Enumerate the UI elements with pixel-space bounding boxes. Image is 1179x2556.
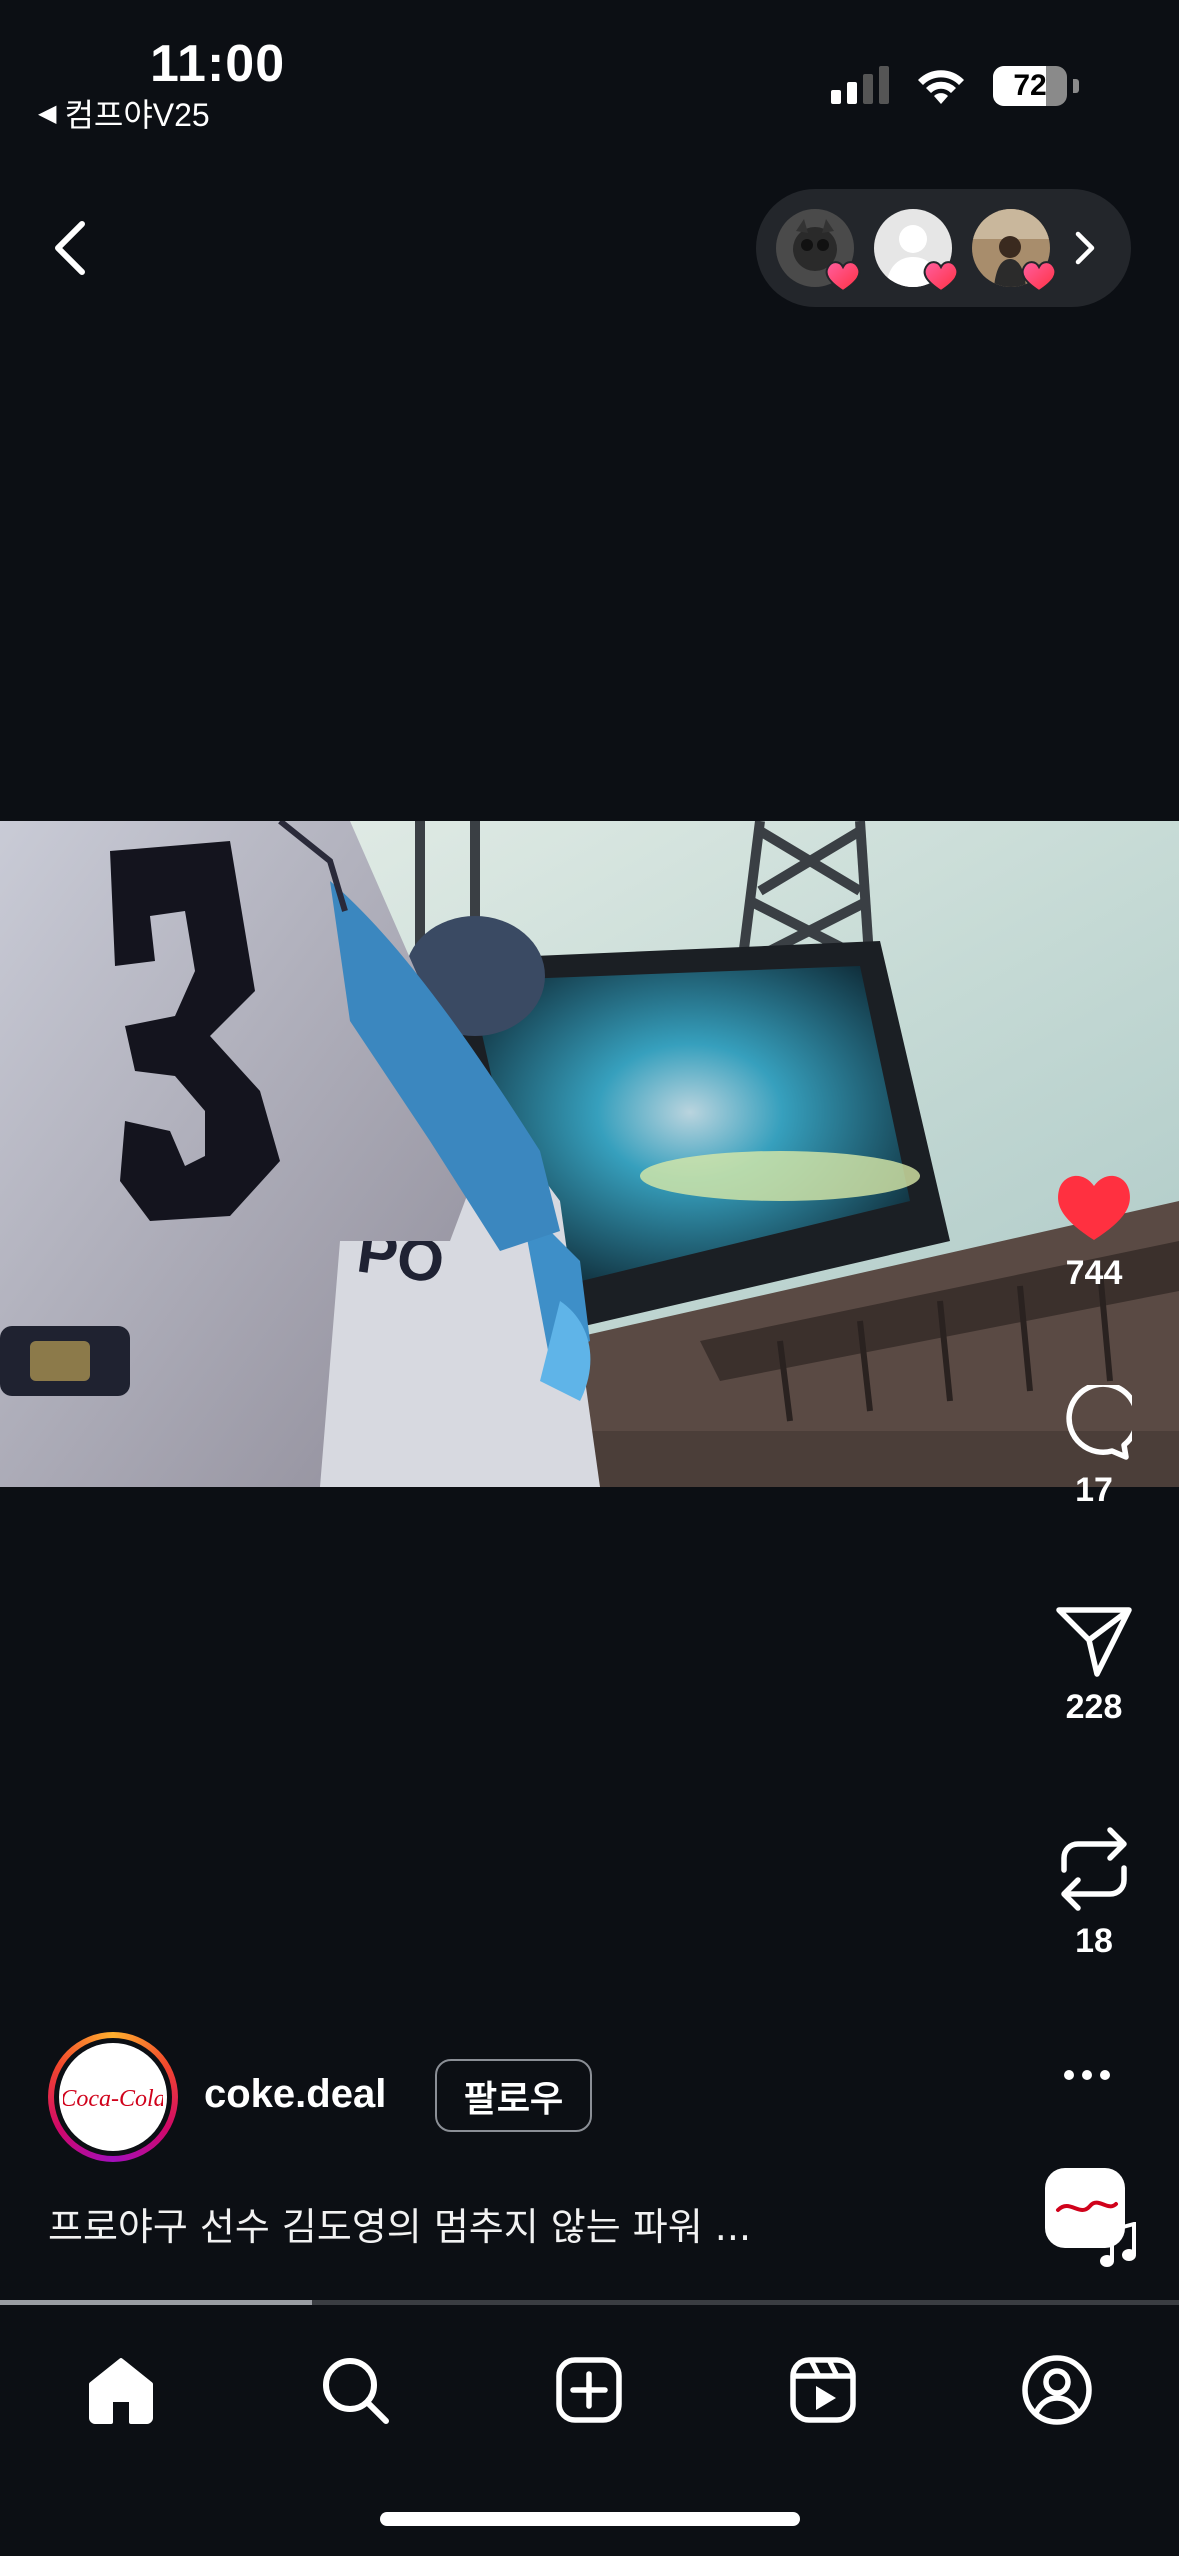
status-indicators: 72	[831, 66, 1079, 106]
home-icon	[89, 2358, 153, 2424]
tab-create[interactable]	[549, 2350, 629, 2430]
friends-liked-pill[interactable]	[756, 189, 1131, 307]
search-icon	[323, 2358, 389, 2424]
tab-profile[interactable]	[1017, 2350, 1097, 2430]
heart-icon	[825, 261, 861, 293]
repost-action[interactable]: 18	[1009, 1826, 1179, 1961]
heart-icon	[1021, 261, 1057, 293]
tab-home[interactable]	[81, 2350, 161, 2430]
comment-icon[interactable]	[1056, 1385, 1132, 1461]
create-icon	[556, 2357, 622, 2423]
comment-action[interactable]: 17	[1009, 1385, 1179, 1510]
back-to-app-link[interactable]: ◀ 컴프야V25	[38, 90, 210, 136]
cellular-signal-icon	[831, 66, 889, 104]
repost-count: 18	[1075, 1922, 1113, 1960]
battery-cap	[1073, 79, 1079, 93]
wifi-icon	[918, 70, 964, 104]
tab-search[interactable]	[315, 2350, 395, 2430]
status-time: 11:00	[150, 35, 286, 93]
friend-avatar-3	[972, 209, 1057, 293]
friend-avatar-1	[776, 209, 861, 293]
profile-icon	[1022, 2355, 1092, 2425]
share-count: 228	[1065, 1688, 1123, 1726]
reel-video[interactable]: PO	[0, 821, 1179, 1487]
chevron-right-icon	[1075, 231, 1095, 265]
share-action[interactable]: 228	[1009, 1604, 1179, 1727]
back-button[interactable]	[48, 218, 92, 278]
coca-cola-logo: Coca-Cola	[63, 2086, 163, 2112]
author-avatar[interactable]: Coca-Cola	[48, 2032, 178, 2162]
back-app-name: 컴프야V25	[64, 97, 210, 133]
more-options-icon[interactable]	[1062, 2068, 1112, 2082]
back-triangle-icon: ◀	[38, 99, 57, 127]
tab-reels[interactable]	[783, 2350, 863, 2430]
follow-button[interactable]: 팔로우	[435, 2059, 592, 2132]
repost-icon[interactable]	[1058, 1826, 1130, 1912]
friend-avatar-2	[874, 209, 959, 293]
author-username[interactable]: coke.deal	[204, 2072, 386, 2117]
battery-icon: 72	[993, 66, 1067, 106]
reels-icon	[790, 2357, 856, 2423]
battery-level: 72	[1013, 69, 1047, 102]
like-count: 744	[1065, 1254, 1123, 1292]
comment-count: 17	[1075, 1471, 1113, 1509]
home-indicator	[380, 2512, 800, 2526]
send-icon[interactable]	[1055, 1604, 1133, 1678]
post-caption[interactable]: 프로야구 선수 김도영의 멈추지 않는 파워 ...	[48, 2196, 751, 2251]
heart-filled-icon[interactable]	[1053, 1170, 1135, 1244]
music-note-icon	[1100, 2222, 1136, 2267]
like-action[interactable]: 744	[1009, 1170, 1179, 1293]
logo-text: Coca-Cola	[63, 2086, 163, 2112]
heart-icon	[923, 261, 959, 293]
